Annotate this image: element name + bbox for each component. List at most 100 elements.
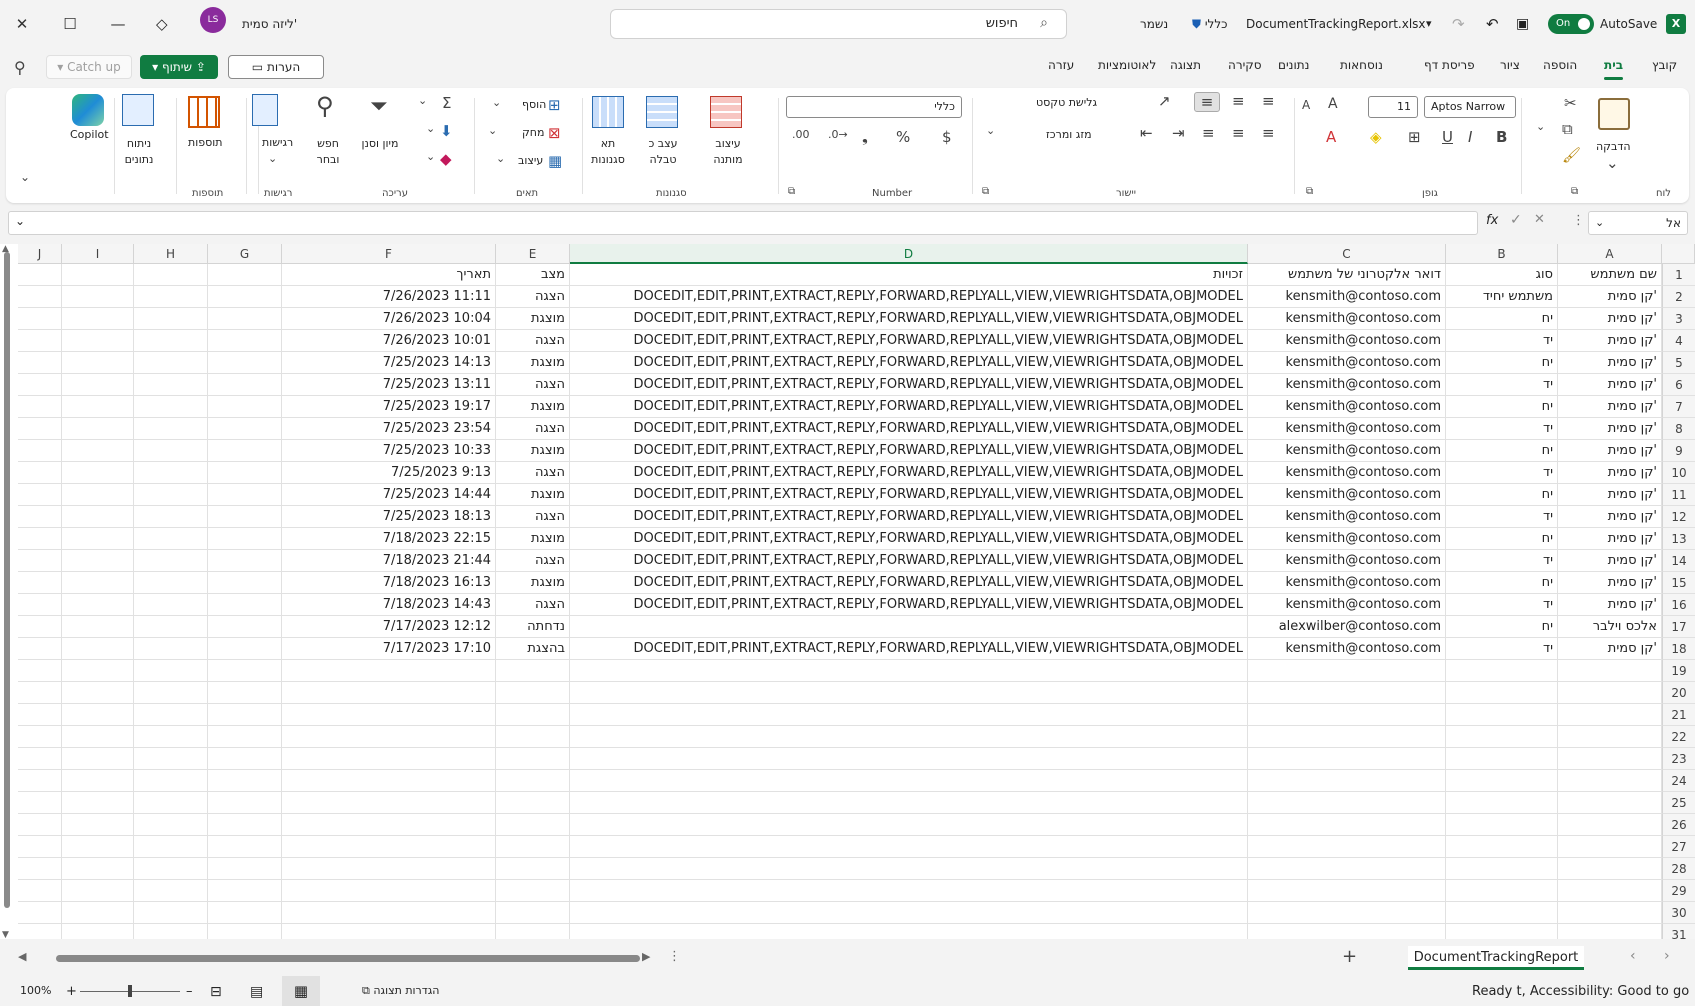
empty-cell[interactable] (1248, 726, 1446, 748)
table-cell[interactable]: 7/26/2023 10:04 (282, 308, 496, 330)
row-header[interactable]: 2 (1662, 286, 1695, 308)
table-cell[interactable]: 7/18/2023 21:44 (282, 550, 496, 572)
empty-cell[interactable] (570, 770, 1248, 792)
bold-icon[interactable]: B (1496, 128, 1507, 146)
chevron-down-icon[interactable]: ⌄ (418, 94, 427, 107)
empty-cell[interactable] (62, 748, 134, 770)
decrease-decimal-icon[interactable]: .00 (792, 128, 810, 141)
table-cell[interactable]: יח (1446, 352, 1558, 374)
row-header[interactable]: 4 (1662, 330, 1695, 352)
tab-insert[interactable]: הוספה (1543, 58, 1577, 72)
empty-cell[interactable] (62, 836, 134, 858)
empty-cell[interactable] (570, 682, 1248, 704)
sensitivity-button-label[interactable]: רגישות (262, 136, 293, 149)
empty-cell[interactable] (208, 572, 282, 594)
close-icon[interactable]: ✕ (8, 10, 36, 38)
empty-cell[interactable] (208, 770, 282, 792)
display-settings[interactable]: ⧉ הגדרות תצוגה (362, 984, 440, 998)
table-cell[interactable]: DOCEDIT,EDIT,PRINT,EXTRACT,REPLY,FORWARD… (570, 396, 1248, 418)
empty-cell[interactable] (570, 792, 1248, 814)
row-header[interactable]: 9 (1662, 440, 1695, 462)
addins-button-label[interactable]: תוספות (188, 136, 222, 149)
row-header[interactable]: 15 (1662, 572, 1695, 594)
empty-cell[interactable] (1558, 814, 1662, 836)
table-cell[interactable]: 7/25/2023 14:13 (282, 352, 496, 374)
row-header[interactable]: 19 (1662, 660, 1695, 682)
empty-cell[interactable] (208, 396, 282, 418)
empty-cell[interactable] (62, 528, 134, 550)
row-header[interactable]: 12 (1662, 506, 1695, 528)
empty-cell[interactable] (18, 506, 62, 528)
share-button[interactable]: ▾ שיתוף ⇪ (140, 55, 218, 79)
empty-cell[interactable] (18, 440, 62, 462)
table-cell[interactable]: יח (1446, 528, 1558, 550)
column-header-f[interactable]: F (282, 244, 496, 264)
diamond-icon[interactable]: ◇ (156, 12, 168, 36)
empty-cell[interactable] (1558, 704, 1662, 726)
tab-automate[interactable]: לאוטומציות (1098, 58, 1156, 72)
empty-cell[interactable] (134, 902, 208, 924)
empty-cell[interactable] (496, 726, 570, 748)
sheet-tab[interactable]: DocumentTrackingReport (1408, 946, 1584, 970)
empty-cell[interactable] (1446, 748, 1558, 770)
table-cell[interactable]: קן סמית' (1558, 286, 1662, 308)
spreadsheet-grid[interactable]: ABCDEFGHIJ 1 2 3 4 5 6 7 8 9 10 11 12 13 14 15 16 17 18 19… (0, 244, 1695, 939)
row-header[interactable]: 26 (1662, 814, 1695, 836)
save-icon[interactable]: ▣ (1516, 12, 1529, 36)
catchup-button[interactable]: ▾ Catch up (46, 55, 132, 79)
empty-cell[interactable] (134, 286, 208, 308)
table-cell[interactable]: 7/25/2023 10:33 (282, 440, 496, 462)
column-header-h[interactable]: H (134, 244, 208, 264)
column-header-c[interactable]: C (1248, 244, 1446, 264)
fill-color-icon[interactable]: ◈ (1370, 128, 1382, 146)
empty-cell[interactable] (1558, 770, 1662, 792)
row-header[interactable]: 23 (1662, 748, 1695, 770)
empty-cell[interactable] (62, 726, 134, 748)
empty-cell[interactable] (208, 550, 282, 572)
empty-cell[interactable] (208, 594, 282, 616)
empty-cell[interactable] (496, 660, 570, 682)
header-cell[interactable]: זכויות (570, 264, 1248, 286)
clear-icon[interactable]: ◆ (440, 150, 452, 168)
table-cell[interactable]: DOCEDIT,EDIT,PRINT,EXTRACT,REPLY,FORWARD… (570, 440, 1248, 462)
empty-cell[interactable] (134, 594, 208, 616)
empty-cell[interactable] (18, 770, 62, 792)
empty-cell[interactable] (62, 264, 134, 286)
avatar[interactable]: LS (200, 7, 226, 33)
empty-cell[interactable] (1558, 836, 1662, 858)
select-all-corner[interactable] (1662, 244, 1695, 264)
empty-cell[interactable] (570, 704, 1248, 726)
format-as-table-icon[interactable] (646, 96, 678, 128)
empty-cell[interactable] (134, 440, 208, 462)
empty-cell[interactable] (18, 594, 62, 616)
row-header[interactable]: 1 (1662, 264, 1695, 286)
percent-icon[interactable]: % (896, 128, 910, 146)
empty-cell[interactable] (134, 726, 208, 748)
cell-styles-icon[interactable] (592, 96, 624, 128)
table-cell[interactable]: DOCEDIT,EDIT,PRINT,EXTRACT,REPLY,FORWARD… (570, 638, 1248, 660)
empty-cell[interactable] (1248, 792, 1446, 814)
empty-cell[interactable] (18, 792, 62, 814)
empty-cell[interactable] (134, 550, 208, 572)
comments-button[interactable]: ▭ הערות (228, 55, 324, 79)
empty-cell[interactable] (18, 924, 62, 939)
empty-cell[interactable] (1446, 660, 1558, 682)
empty-cell[interactable] (62, 880, 134, 902)
empty-cell[interactable] (18, 330, 62, 352)
undo-icon[interactable]: ↶ (1486, 12, 1499, 36)
table-cell[interactable]: קן סמית' (1558, 506, 1662, 528)
tab-home[interactable]: בית (1604, 58, 1624, 80)
tab-help[interactable]: עזרה (1048, 58, 1074, 72)
table-cell[interactable]: 7/17/2023 12:12 (282, 616, 496, 638)
row-header[interactable]: 8 (1662, 418, 1695, 440)
delete-cells-icon[interactable]: ⊠ (548, 124, 561, 142)
table-cell[interactable]: הצגה (496, 462, 570, 484)
empty-cell[interactable] (62, 308, 134, 330)
table-cell[interactable]: 7/18/2023 14:43 (282, 594, 496, 616)
empty-cell[interactable] (1248, 836, 1446, 858)
table-cell[interactable]: kensmith@contoso.com (1248, 594, 1446, 616)
table-cell[interactable]: מוצגת (496, 484, 570, 506)
column-header-a[interactable]: A (1558, 244, 1662, 264)
empty-cell[interactable] (134, 616, 208, 638)
empty-cell[interactable] (134, 484, 208, 506)
